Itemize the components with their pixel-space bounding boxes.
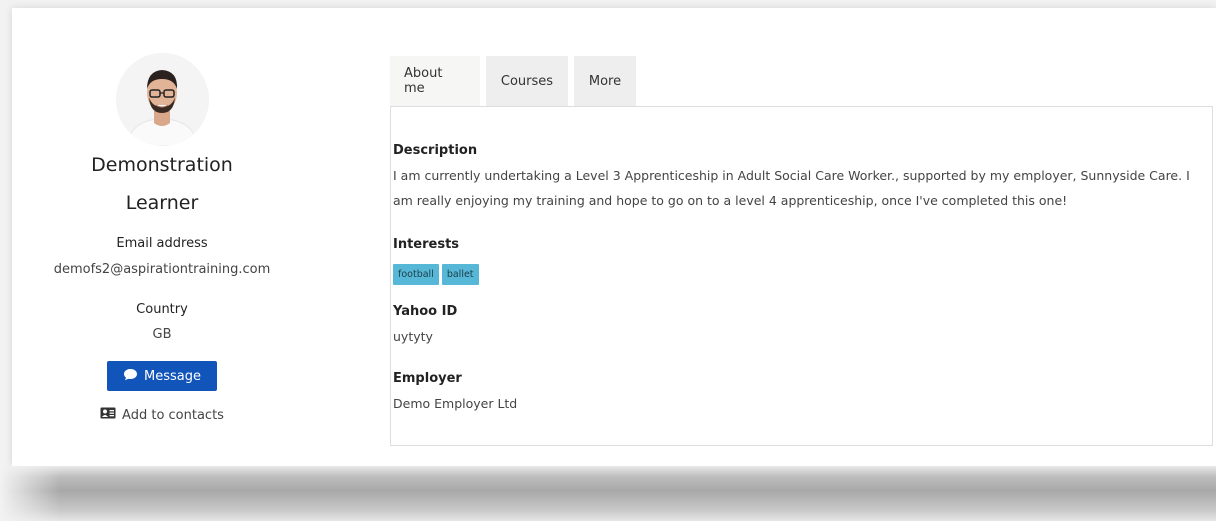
add-to-contacts-link[interactable]: Add to contacts (92, 407, 232, 423)
employer-title: Employer (393, 371, 462, 386)
description-text: I am currently undertaking a Level 3 App… (393, 168, 1190, 208)
add-to-contacts-label: Add to contacts (122, 407, 224, 423)
yahoo-id-value: uytyty (393, 329, 433, 344)
yahoo-id-title: Yahoo ID (393, 304, 458, 319)
interests-tags: football ballet (393, 262, 482, 285)
speech-bubble-icon (123, 368, 138, 385)
interest-tag[interactable]: football (393, 264, 439, 285)
employer-value: Demo Employer Ltd (393, 396, 518, 411)
interest-tag[interactable]: ballet (441, 264, 479, 285)
avatar-image (116, 53, 209, 146)
message-button-label: Message (144, 368, 201, 384)
interests-title: Interests (393, 237, 460, 252)
description-title: Description (393, 143, 478, 158)
profile-tabs: About me Courses More (390, 56, 636, 106)
email-label: Email address (116, 236, 208, 251)
contact-card-icon (100, 407, 116, 423)
email-value: demofs2@aspirationtraining.com (53, 262, 271, 277)
message-button[interactable]: Message (107, 361, 217, 391)
profile-card: Demonstration Learner Email address demo… (12, 8, 1216, 466)
avatar (116, 53, 209, 146)
tab-more[interactable]: More (574, 56, 636, 106)
tab-about-me[interactable]: About me (390, 56, 480, 106)
country-value: GB (152, 327, 172, 342)
bottom-shadow (0, 466, 1216, 521)
about-me-panel: Description I am currently undertaking a… (390, 106, 1213, 446)
user-first-name: Demonstration (91, 154, 233, 176)
tab-courses[interactable]: Courses (486, 56, 568, 106)
country-label: Country (136, 302, 188, 317)
user-last-name: Learner (125, 192, 199, 214)
